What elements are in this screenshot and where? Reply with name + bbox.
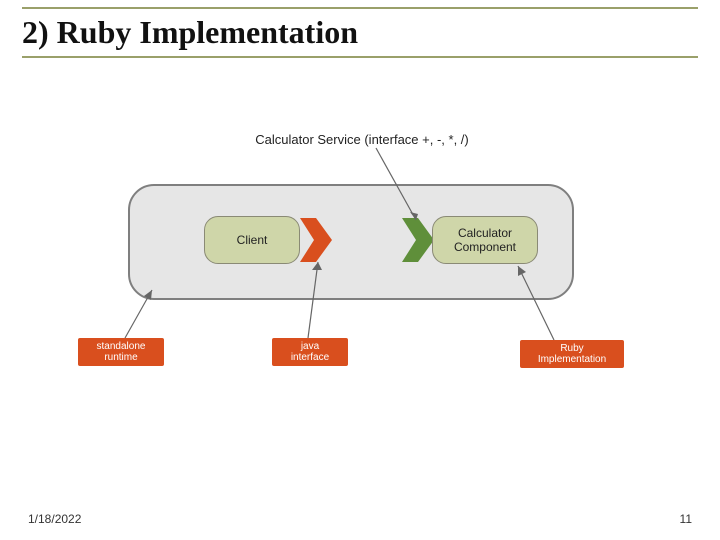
badge-standalone: standalone runtime bbox=[78, 338, 164, 366]
calculator-component-box: Calculator Component bbox=[432, 216, 538, 264]
component-label: Calculator Component bbox=[454, 226, 516, 255]
client-box: Client bbox=[204, 216, 300, 264]
badge-ruby-implementation: Ruby Implementation bbox=[520, 340, 624, 368]
client-label: Client bbox=[237, 233, 268, 247]
footer-page: 11 bbox=[680, 512, 692, 526]
badge-ruby-label: Ruby Implementation bbox=[538, 343, 606, 365]
badge-java-interface: java interface bbox=[272, 338, 348, 366]
rule-top bbox=[22, 7, 698, 9]
interface-label: Calculator Service (interface +, -, *, /… bbox=[232, 132, 492, 147]
slide: 2) Ruby Implementation Calculator Servic… bbox=[0, 0, 720, 540]
badge-standalone-label: standalone runtime bbox=[97, 341, 146, 363]
badge-java-label: java interface bbox=[291, 341, 329, 363]
title-underline bbox=[22, 56, 698, 58]
page-title: 2) Ruby Implementation bbox=[22, 14, 358, 51]
footer-date: 1/18/2022 bbox=[28, 512, 81, 526]
